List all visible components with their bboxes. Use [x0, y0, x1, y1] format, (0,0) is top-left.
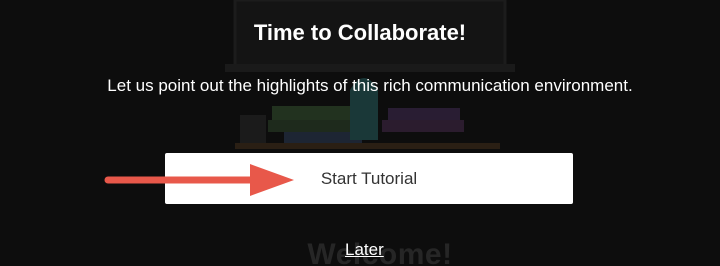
overlay-subtitle: Let us point out the highlights of this …: [107, 76, 633, 95]
annotation-arrow-icon: [104, 164, 294, 196]
tutorial-overlay: Welcome! Time to Collaborate! Let us poi…: [0, 0, 720, 266]
overlay-title: Time to Collaborate!: [253, 20, 467, 45]
later-link[interactable]: Later: [345, 240, 384, 260]
